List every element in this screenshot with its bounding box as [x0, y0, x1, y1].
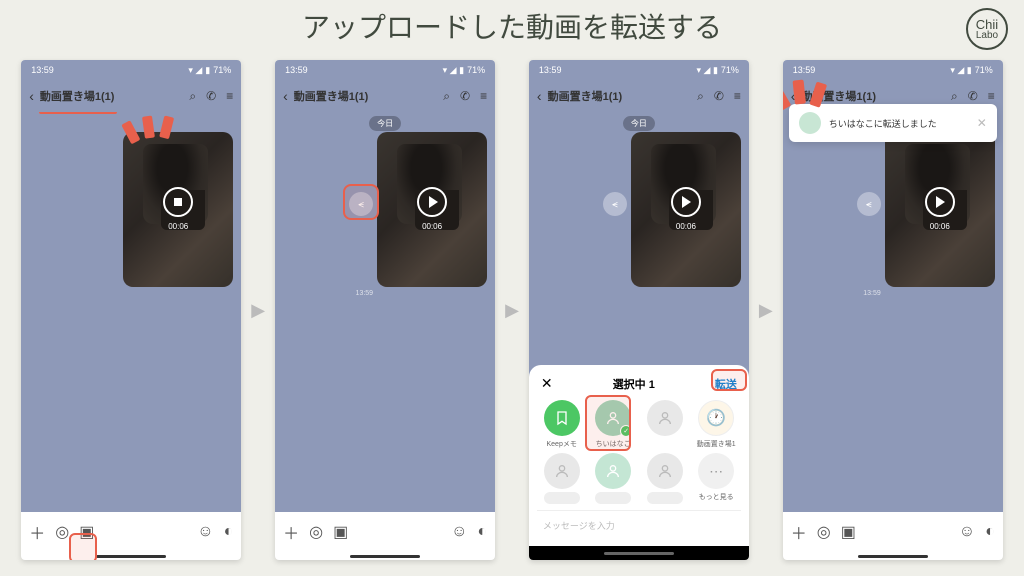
toast-text: ちいはなこに転送しました — [829, 117, 969, 130]
share-button[interactable]: ⪪ — [603, 192, 627, 216]
battery-icon: ▮ — [205, 65, 210, 76]
close-icon[interactable]: ✕ — [977, 116, 987, 130]
phone-step-3: 13:59 ▾ ◢ ▮71% ‹ 動画置き場1(1) ⌕✆≡ 今日 00:06 … — [529, 60, 749, 560]
highlight-share — [343, 184, 379, 220]
highlight-gallery — [69, 533, 97, 560]
contact-grid: Keepメモ ✓ちいはなこ 🕐動画置き場1 ⋯もっと見る — [537, 400, 741, 504]
status-icons: ▾ ◢ ▮71% — [188, 65, 231, 76]
chat-body: 今日 00:06 ⪪ ✕ 選択中 1 転送 Keepメモ ✓ちいはなこ 🕐動画置… — [529, 112, 749, 546]
gallery-icon[interactable]: ▣ — [333, 522, 348, 542]
back-icon[interactable]: ‹ — [537, 88, 542, 104]
video-duration: 00:06 — [168, 222, 188, 231]
search-icon[interactable]: ⌕ — [189, 89, 196, 104]
highlight-chatname — [39, 112, 117, 114]
message-input[interactable]: メッセージを入力 — [537, 510, 741, 540]
status-bar: 13:59 ▾ ◢ ▮71% — [783, 60, 1003, 80]
menu-icon[interactable]: ≡ — [480, 89, 487, 104]
home-indicator — [275, 552, 495, 560]
call-icon[interactable]: ✆ — [206, 89, 216, 104]
contact-item[interactable] — [588, 453, 638, 504]
step-arrow-icon: ▶ — [759, 300, 773, 321]
plus-icon[interactable]: ＋ — [283, 520, 299, 544]
chat-header: ‹ 動画置き場1(1) ⌕✆≡ — [275, 80, 495, 112]
toast-avatar — [799, 112, 821, 134]
video-message[interactable]: 00:06 — [631, 132, 741, 287]
input-bar: ＋ ◎ ▣ ☺ ◐ — [275, 512, 495, 552]
video-message[interactable]: 00:06 — [885, 132, 995, 287]
status-bar: 13:59 ▾ ◢ ▮71% — [275, 60, 495, 80]
video-message[interactable]: 00:06 — [377, 132, 487, 287]
camera-icon[interactable]: ◎ — [55, 522, 69, 542]
back-icon[interactable]: ‹ — [791, 88, 796, 104]
call-icon[interactable]: ✆ — [460, 89, 470, 104]
gallery-icon[interactable]: ▣ — [841, 522, 856, 542]
back-icon[interactable]: ‹ — [29, 88, 34, 104]
chat-body: 今日 00:06 ⪪ 13:59 — [783, 112, 1003, 512]
plus-icon[interactable]: ＋ — [791, 520, 807, 544]
date-badge: 今日 — [369, 116, 401, 131]
camera-icon[interactable]: ◎ — [817, 522, 831, 542]
brand-logo: ChiiLabo — [966, 8, 1008, 50]
status-time: 13:59 — [31, 65, 54, 75]
search-icon[interactable]: ⌕ — [443, 89, 450, 104]
toast-notification[interactable]: ちいはなこに転送しました ✕ — [789, 104, 997, 142]
back-icon[interactable]: ‹ — [283, 88, 288, 104]
input-bar: ＋ ◎ ▣ ☺ ◐ — [21, 512, 241, 552]
emoji-icon[interactable]: ☺ — [197, 523, 213, 541]
chat-body: 今日 00:06 ⪪ 13:59 — [275, 112, 495, 512]
chat-body: 00:06 — [21, 112, 241, 512]
play-icon[interactable] — [671, 187, 701, 217]
contact-item[interactable] — [537, 453, 587, 504]
menu-icon[interactable]: ≡ — [226, 89, 233, 104]
emoji-icon[interactable]: ☺ — [451, 523, 467, 541]
plus-icon[interactable]: ＋ — [29, 520, 45, 544]
mic-icon[interactable]: ◐ — [477, 523, 487, 541]
step-arrow-icon: ▶ — [251, 300, 265, 321]
highlight-contact — [585, 395, 631, 451]
contact-more[interactable]: ⋯もっと見る — [691, 453, 741, 504]
input-bar: ＋ ◎ ▣ ☺ ◐ — [783, 512, 1003, 552]
step-arrow-icon: ▶ — [505, 300, 519, 321]
emoji-icon[interactable]: ☺ — [959, 523, 975, 541]
page-title: アップロードした動画を転送する — [302, 6, 722, 46]
phone-step-2: 13:59 ▾ ◢ ▮71% ‹ 動画置き場1(1) ⌕✆≡ 今日 00:06 … — [275, 60, 495, 560]
camera-icon[interactable]: ◎ — [309, 522, 323, 542]
highlight-forward — [711, 369, 747, 391]
phone-step-1: 13:59 ▾ ◢ ▮71% ‹ 動画置き場1(1) ⌕ ✆ ≡ 00:06 — [21, 60, 241, 560]
page-header: アップロードした動画を転送する ChiiLabo — [0, 0, 1024, 52]
play-icon[interactable] — [417, 187, 447, 217]
contact-item[interactable]: 🕐動画置き場1 — [691, 400, 741, 449]
home-indicator — [21, 552, 241, 560]
tutorial-stage: 13:59 ▾ ◢ ▮71% ‹ 動画置き場1(1) ⌕ ✆ ≡ 00:06 — [0, 52, 1024, 568]
chat-header: ‹ 動画置き場1(1) ⌕✆≡ — [529, 80, 749, 112]
share-button[interactable]: ⪪ — [857, 192, 881, 216]
close-icon[interactable]: ✕ — [541, 375, 553, 392]
play-icon[interactable] — [925, 187, 955, 217]
chat-name[interactable]: 動画置き場1(1) — [40, 88, 184, 104]
home-indicator — [529, 546, 749, 560]
home-indicator — [783, 552, 1003, 560]
stop-icon[interactable] — [163, 187, 193, 217]
contact-keep[interactable]: Keepメモ — [537, 400, 587, 449]
contact-item[interactable] — [640, 453, 690, 504]
status-bar: 13:59 ▾ ◢ ▮71% — [21, 60, 241, 80]
forward-sheet: ✕ 選択中 1 転送 Keepメモ ✓ちいはなこ 🕐動画置き場1 ⋯もっと見る … — [529, 365, 749, 546]
video-message[interactable]: 00:06 — [123, 132, 233, 287]
sheet-title: 選択中 1 — [613, 376, 655, 392]
mic-icon[interactable]: ◐ — [224, 523, 234, 541]
contact-item[interactable] — [640, 400, 690, 449]
status-bar: 13:59 ▾ ◢ ▮71% — [529, 60, 749, 80]
mic-icon[interactable]: ◐ — [985, 523, 995, 541]
msg-time: 13:59 — [356, 290, 374, 297]
chat-header: ‹ 動画置き場1(1) ⌕ ✆ ≡ — [21, 80, 241, 112]
phone-step-4: 13:59 ▾ ◢ ▮71% ‹ 動画置き場1(1) ⌕✆≡ 今日 00:06 … — [783, 60, 1003, 560]
